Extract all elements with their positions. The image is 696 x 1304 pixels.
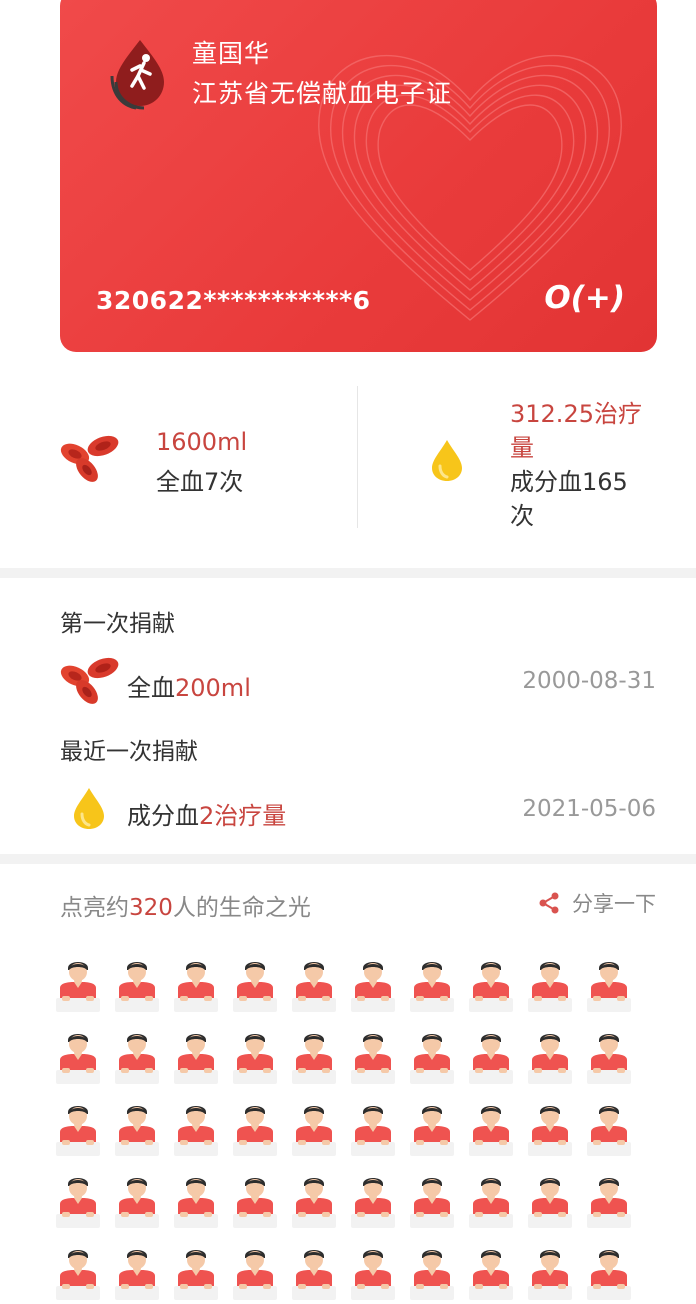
donation-stats: 1600ml 全血7次 312.25治疗 量 成分血165 次: [0, 352, 696, 568]
person-icon: [469, 1178, 513, 1228]
person-icon: [469, 1034, 513, 1084]
latest-donation-amount: 2治疗量: [199, 802, 287, 830]
person-icon: [174, 1106, 218, 1156]
blood-donation-card[interactable]: 童国华 江苏省无偿献血电子证 320622***********6 O(+): [60, 0, 657, 352]
person-icon: [351, 1178, 395, 1228]
person-icon: [233, 1178, 277, 1228]
latest-donation-detail: 成分血2治疗量: [127, 796, 286, 831]
first-donation-amount: 200ml: [175, 674, 251, 702]
person-icon: [292, 1250, 336, 1300]
first-donation-detail: 全血200ml: [127, 668, 251, 703]
blood-donation-logo-icon: [110, 40, 164, 110]
latest-donation-type: 成分血: [127, 802, 199, 830]
share-button[interactable]: 分享一下: [538, 888, 656, 918]
component-count-line1: 成分血165: [510, 468, 628, 496]
person-icon: [56, 1106, 100, 1156]
person-icon: [292, 1034, 336, 1084]
person-icon: [115, 1250, 159, 1300]
person-icon: [115, 1034, 159, 1084]
person-icon: [56, 1034, 100, 1084]
person-icon: [351, 1034, 395, 1084]
person-icon: [56, 962, 100, 1012]
red-blood-cells-icon: [60, 435, 119, 482]
person-icon: [233, 1250, 277, 1300]
person-icon: [528, 1034, 572, 1084]
person-icon: [292, 1106, 336, 1156]
stats-divider: [357, 386, 358, 528]
person-icon: [174, 1250, 218, 1300]
person-icon: [351, 962, 395, 1012]
latest-donation-date: 2021-05-06: [522, 796, 656, 822]
first-donation-date: 2000-08-31: [522, 668, 656, 694]
component-amount-line1: 312.25治疗: [510, 400, 642, 428]
donor-id-number: 320622***********6: [96, 286, 371, 315]
person-icon: [115, 962, 159, 1012]
person-icon: [233, 1106, 277, 1156]
section-separator: [0, 854, 696, 864]
lives-lit-title: 点亮约320人的生命之光: [60, 888, 311, 922]
person-icon: [528, 1250, 572, 1300]
first-donation-title: 第一次捐献: [60, 611, 175, 637]
person-icon: [410, 1178, 454, 1228]
person-icon: [587, 1178, 631, 1228]
donor-name: 童国华: [192, 39, 271, 68]
component-count-line2: 次: [510, 502, 534, 530]
person-icon: [587, 1106, 631, 1156]
red-blood-cells-icon: [60, 657, 119, 704]
person-icon: [174, 962, 218, 1012]
component-amount-line2: 量: [510, 434, 534, 462]
person-icon: [351, 1250, 395, 1300]
person-icon: [469, 1106, 513, 1156]
latest-donation-title: 最近一次捐献: [60, 739, 198, 765]
person-icon: [233, 962, 277, 1012]
person-icon: [233, 1034, 277, 1084]
person-icon: [410, 1250, 454, 1300]
person-icon: [410, 1106, 454, 1156]
yellow-drop-icon: [74, 788, 104, 829]
section-separator: [0, 568, 696, 578]
person-icon: [410, 1034, 454, 1084]
lives-lit-section: 点亮约320人的生命之光 分享一下: [0, 864, 696, 1300]
person-icon: [528, 1106, 572, 1156]
person-icon: [115, 1106, 159, 1156]
lives-lit-prefix: 点亮约: [60, 895, 129, 921]
person-icon: [410, 962, 454, 1012]
whole-blood-count: 全血7次: [156, 468, 244, 496]
person-icon: [292, 1178, 336, 1228]
person-icon: [174, 1178, 218, 1228]
yellow-drop-icon: [432, 440, 462, 481]
person-icon: [587, 1250, 631, 1300]
person-icon: [528, 1178, 572, 1228]
person-icon: [351, 1106, 395, 1156]
person-icon: [56, 1250, 100, 1300]
person-icon: [115, 1178, 159, 1228]
person-icon: [587, 962, 631, 1012]
person-icon: [469, 1250, 513, 1300]
whole-blood-amount: 1600ml: [156, 428, 248, 456]
person-icon: [174, 1034, 218, 1084]
person-icon: [469, 962, 513, 1012]
person-icon: [587, 1034, 631, 1084]
person-icon: [528, 962, 572, 1012]
donation-history: 第一次捐献 全血200ml 2000-08-31 最近一次捐献 成分血2治疗量 …: [0, 578, 696, 854]
share-icon: [539, 892, 559, 914]
person-icon: [292, 962, 336, 1012]
person-icon: [56, 1178, 100, 1228]
blood-type: O(+): [544, 280, 625, 316]
lives-lit-suffix: 人的生命之光: [172, 895, 311, 921]
first-donation-type: 全血: [127, 674, 175, 702]
card-title: 江苏省无偿献血电子证: [192, 79, 453, 108]
share-label: 分享一下: [572, 892, 656, 916]
lives-lit-count: 320: [129, 895, 173, 921]
